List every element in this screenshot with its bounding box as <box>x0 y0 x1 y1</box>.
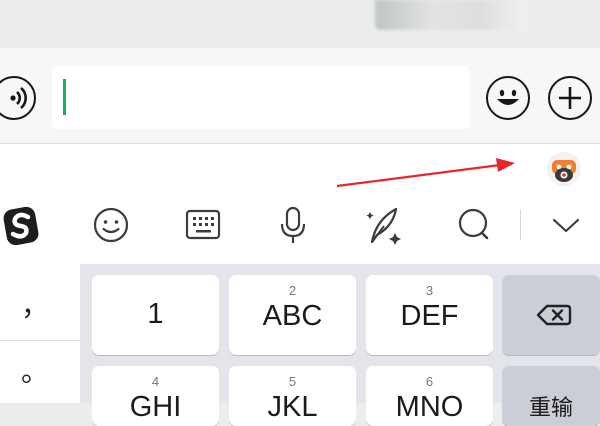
plus-icon <box>559 87 581 109</box>
period-key[interactable]: 。 <box>20 350 50 390</box>
voice-button[interactable] <box>0 76 36 120</box>
key-number: 2 <box>288 283 297 298</box>
search-button[interactable] <box>454 200 494 250</box>
emoji-icon <box>93 207 129 243</box>
keyboard-app-logo-icon <box>552 160 576 182</box>
key-def[interactable]: 3 DEF <box>366 275 493 355</box>
handwriting-button[interactable] <box>364 200 404 250</box>
handwriting-quill-icon <box>366 207 401 245</box>
microphone-icon <box>280 206 306 243</box>
sogou-logo-button[interactable] <box>2 200 42 250</box>
comma-key[interactable]: ， <box>20 284 50 324</box>
text-caret <box>63 79 66 115</box>
key-ghi[interactable]: 4 GHI <box>92 366 219 426</box>
blurred-message-bubble <box>375 0 525 30</box>
smiley-face-icon <box>497 89 519 105</box>
sogou-logo-icon <box>3 206 39 246</box>
retype-key-label: 重输 <box>528 395 573 420</box>
keyboard-app-logo-button[interactable] <box>547 152 581 186</box>
message-input[interactable] <box>52 66 470 129</box>
key-label: DEF <box>400 300 459 332</box>
chevron-down-icon <box>552 218 580 233</box>
key-1[interactable]: 1 <box>92 275 219 355</box>
key-number: 6 <box>425 374 434 389</box>
voice-input-button[interactable] <box>273 200 313 250</box>
key-label: JKL <box>267 391 318 423</box>
key-label: MNO <box>395 391 464 423</box>
chat-area <box>0 0 600 48</box>
toolbar-separator <box>520 210 521 240</box>
key-mno[interactable]: 6 MNO <box>366 366 493 426</box>
collapse-keyboard-button[interactable] <box>546 200 586 250</box>
retype-key[interactable]: 重输 <box>502 366 600 426</box>
key-jkl[interactable]: 5 JKL <box>229 366 356 426</box>
key-number: 3 <box>425 283 434 298</box>
keyboard-layout-button[interactable] <box>183 200 223 250</box>
backspace-key[interactable] <box>502 275 600 355</box>
toolbar-emoji-button[interactable] <box>91 200 131 250</box>
emoji-button[interactable] <box>486 76 530 120</box>
punctuation-separator <box>0 340 80 341</box>
key-label: GHI <box>129 391 182 423</box>
key-number: 5 <box>288 374 297 389</box>
key-abc[interactable]: 2 ABC <box>229 275 356 355</box>
key-number: 4 <box>151 374 160 389</box>
voice-wave-icon <box>10 87 27 109</box>
key-label: ABC <box>262 300 323 332</box>
more-functions-button[interactable] <box>548 76 592 120</box>
keyboard-layout-icon <box>185 209 221 240</box>
key-label: 1 <box>147 298 164 330</box>
backspace-icon <box>536 304 572 326</box>
search-icon <box>458 208 489 240</box>
